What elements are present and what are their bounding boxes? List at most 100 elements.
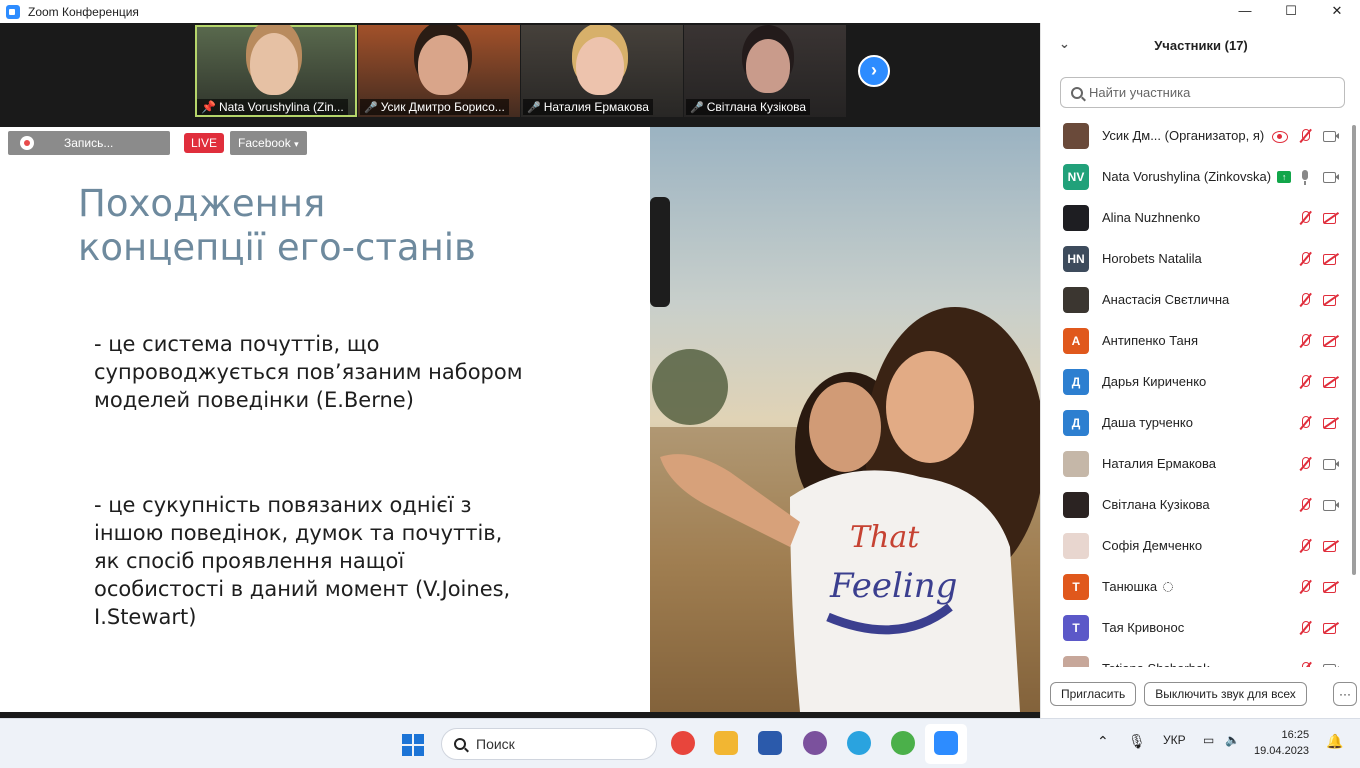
camera-off-icon[interactable] <box>1323 538 1339 554</box>
mic-muted-icon[interactable] <box>1297 661 1313 667</box>
facebook-stream-button[interactable]: Facebook ▾ <box>230 131 307 155</box>
file-explorer-icon[interactable] <box>714 731 738 755</box>
minimize-button[interactable]: — <box>1222 0 1268 23</box>
mic-muted-icon[interactable] <box>1297 538 1313 554</box>
slide-title-line: Походження <box>78 182 326 225</box>
participant-row[interactable]: HN Horobets Natalila <box>1041 238 1351 279</box>
camera-icon[interactable] <box>1323 456 1339 472</box>
live-badge[interactable]: LIVE <box>184 133 225 153</box>
video-tile-label: 📌 Nata Vorushylina (Zin... <box>197 99 348 115</box>
participant-video <box>250 33 298 95</box>
chrome-icon[interactable] <box>671 731 695 755</box>
close-button[interactable]: ✕ <box>1314 0 1360 23</box>
maximize-button[interactable]: ☐ <box>1268 0 1314 23</box>
camera-icon[interactable] <box>1323 128 1339 144</box>
mic-muted-icon[interactable] <box>1297 333 1313 349</box>
participant-name: Анастасія Свєтлична <box>1102 292 1230 307</box>
participant-row[interactable]: Т Танюшка <box>1041 566 1351 607</box>
caret-down-icon: ▾ <box>294 139 299 149</box>
mute-all-button[interactable]: Выключить звук для всех <box>1144 682 1307 706</box>
camera-off-icon[interactable] <box>1323 579 1339 595</box>
display-icon[interactable]: ▭ <box>1203 733 1214 747</box>
scrollbar-thumb[interactable] <box>1352 125 1356 575</box>
mic-muted-icon[interactable] <box>1297 292 1313 308</box>
invite-button[interactable]: Пригласить <box>1050 682 1137 706</box>
participants-footer: Пригласить Выключить звук для всех ··· <box>1041 679 1360 709</box>
camera-off-icon[interactable] <box>1323 333 1339 349</box>
notification-bell-icon[interactable]: 🔔 <box>1326 733 1343 750</box>
participant-list-scrollbar[interactable] <box>1351 115 1357 667</box>
camera-icon[interactable] <box>1323 497 1339 513</box>
microphone-icon[interactable]: 🎙 <box>1128 733 1146 750</box>
mic-muted-icon[interactable] <box>1297 456 1313 472</box>
participant-video <box>746 39 790 93</box>
avatar <box>1063 204 1089 231</box>
search-icon <box>454 738 466 750</box>
participant-row[interactable]: А Антипенко Таня <box>1041 320 1351 361</box>
video-tile[interactable]: 🎤 Світлана Кузікова <box>684 25 846 117</box>
volume-icon[interactable]: 🔈 <box>1225 733 1240 747</box>
video-tile[interactable]: 🎤 Наталия Ермакова <box>521 25 683 117</box>
mic-muted-icon[interactable] <box>1297 579 1313 595</box>
participant-row[interactable]: Анастасія Свєтлична <box>1041 279 1351 320</box>
windows-start-icon[interactable] <box>402 734 424 756</box>
participant-row[interactable]: Т Тая Кривонос <box>1041 607 1351 648</box>
record-icon <box>20 136 34 150</box>
avatar <box>1063 532 1089 559</box>
participant-row[interactable]: Д Дарья Кириченко <box>1041 361 1351 402</box>
mic-muted-icon[interactable] <box>1297 415 1313 431</box>
chevron-down-icon[interactable]: ⌄ <box>1059 36 1070 52</box>
chevron-up-icon[interactable]: ⌃ <box>1097 733 1109 750</box>
mic-muted-icon[interactable] <box>1297 620 1313 636</box>
maps-icon[interactable] <box>891 731 915 755</box>
participant-row[interactable]: Tetiana Shcherbak <box>1041 648 1351 667</box>
zoom-icon[interactable] <box>934 731 958 755</box>
camera-off-icon[interactable] <box>1323 251 1339 267</box>
participant-row[interactable]: Світлана Кузікова <box>1041 484 1351 525</box>
participant-row[interactable]: NV Nata Vorushylina (Zinkovska) ↑ <box>1041 156 1351 197</box>
participant-row[interactable]: Усик Дм... (Организатор, я) <box>1041 115 1351 156</box>
telegram-icon[interactable] <box>847 731 871 755</box>
next-page-arrow-icon[interactable]: › <box>858 55 890 87</box>
participant-search-input[interactable]: Найти участника <box>1060 77 1345 108</box>
word-icon[interactable] <box>758 731 782 755</box>
mic-muted-icon[interactable] <box>1297 128 1313 144</box>
avatar <box>1063 286 1089 313</box>
participant-row[interactable]: Alina Nuzhnenko <box>1041 197 1351 238</box>
slide-paragraph: - це система почуттів, що супроводжуєтьс… <box>94 332 523 412</box>
camera-off-icon[interactable] <box>1323 374 1339 390</box>
recording-label: Запись... <box>64 136 114 150</box>
mic-muted-icon[interactable] <box>1297 497 1313 513</box>
camera-icon[interactable] <box>1323 661 1339 667</box>
participant-status-icons <box>1297 169 1339 185</box>
mic-muted-icon[interactable] <box>1297 251 1313 267</box>
video-tile[interactable]: 🎤 Усик Дмитро Борисо... <box>358 25 520 117</box>
participant-status-icons <box>1297 415 1339 431</box>
avatar <box>1063 122 1089 149</box>
language-indicator[interactable]: УКР <box>1163 733 1186 747</box>
more-options-button[interactable]: ··· <box>1333 682 1357 706</box>
camera-off-icon[interactable] <box>1323 210 1339 226</box>
participant-name: Наталия Ермакова <box>1102 456 1216 471</box>
mic-muted-icon[interactable] <box>1297 374 1313 390</box>
video-tile[interactable]: 📌 Nata Vorushylina (Zin... <box>195 25 357 117</box>
avatar: Д <box>1063 409 1089 436</box>
taskbar-clock[interactable]: 16:25 19.04.2023 <box>1254 727 1309 759</box>
recording-button[interactable]: Запись... <box>8 131 170 155</box>
mic-muted-icon: 🎤 <box>364 101 378 114</box>
participant-row[interactable]: Софія Демченко <box>1041 525 1351 566</box>
camera-off-icon[interactable] <box>1323 415 1339 431</box>
mic-icon[interactable] <box>1297 169 1313 185</box>
selfie-photo-illustration: That Feeling <box>650 197 1040 712</box>
mic-muted-icon[interactable] <box>1297 210 1313 226</box>
slide-title-line: концепції его-станів <box>78 226 476 269</box>
viber-icon[interactable] <box>803 731 827 755</box>
participant-row[interactable]: Д Даша турченко <box>1041 402 1351 443</box>
slide-text-area: Походження концепції его-станів - це сис… <box>0 127 650 712</box>
camera-off-icon[interactable] <box>1323 620 1339 636</box>
participant-row[interactable]: Наталия Ермакова <box>1041 443 1351 484</box>
participant-status-icons <box>1297 538 1339 554</box>
camera-icon[interactable] <box>1323 169 1339 185</box>
camera-off-icon[interactable] <box>1323 292 1339 308</box>
taskbar-search-box[interactable]: Поиск <box>441 728 657 760</box>
